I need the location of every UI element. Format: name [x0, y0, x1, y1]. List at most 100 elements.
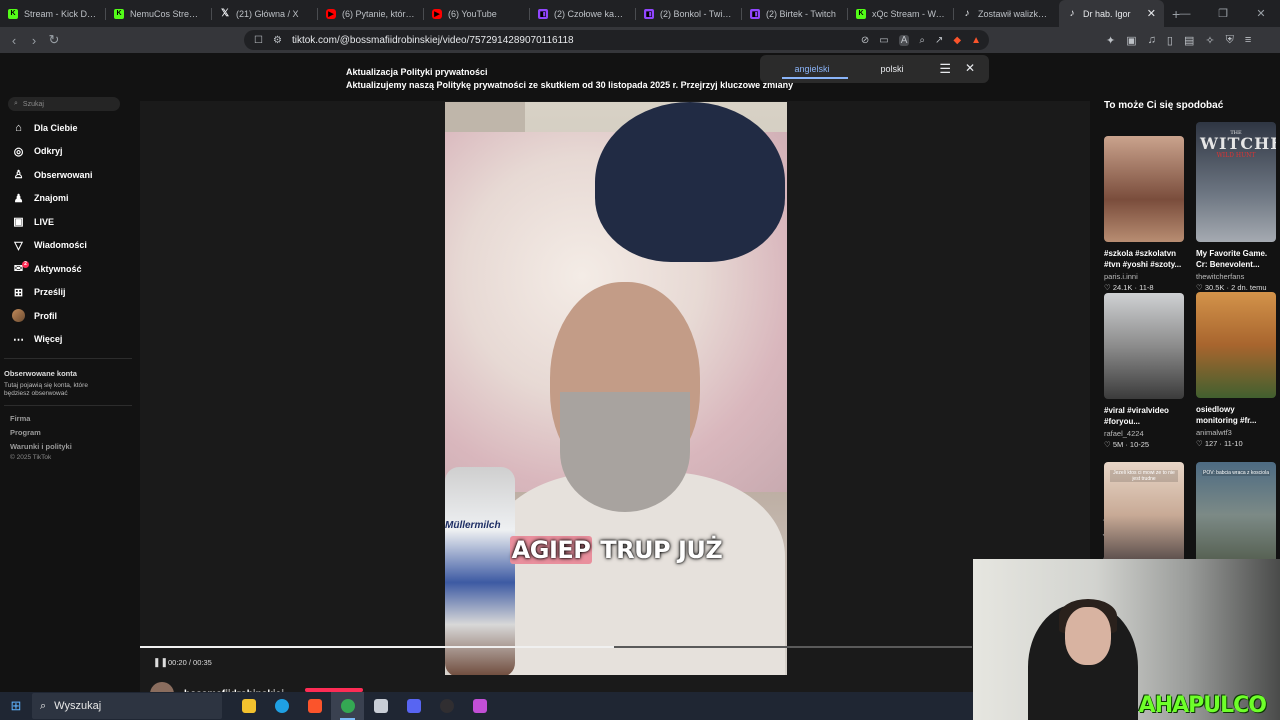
sidebar-item-5[interactable]: ▽ Wiadomości: [0, 234, 140, 258]
recommendation-thumbnail[interactable]: Jezeli ktos ci mowi ze to nie jest trudn…: [1104, 462, 1184, 568]
recommendation-caption[interactable]: My Favorite Game. Cr: Benevolent...: [1196, 248, 1276, 270]
sidebar-item-9[interactable]: ⋯ Więcej: [0, 328, 140, 352]
obs-icon[interactable]: [430, 692, 463, 720]
brave-rewards-icon[interactable]: ▲: [971, 35, 981, 46]
recommendation-caption[interactable]: #viral #viralvideo #foryou...: [1104, 405, 1184, 427]
share-icon[interactable]: ↗: [935, 35, 943, 46]
tab-label: (6) YouTube: [448, 8, 497, 19]
extensions-icon[interactable]: ✦: [1106, 34, 1115, 47]
recommendation-user[interactable]: animalwtf3: [1196, 428, 1276, 437]
recommendation-likes: 5M: [1112, 440, 1124, 449]
tiktok-icon: ♪: [1069, 8, 1075, 19]
restore-icon[interactable]: ❐: [1204, 0, 1242, 27]
minimize-icon[interactable]: —: [1166, 0, 1204, 27]
translate-icon[interactable]: A: [898, 34, 910, 46]
twitch-icon: ◧: [538, 8, 548, 19]
pause-icon[interactable]: ❚❚: [153, 657, 168, 668]
sidebar-item-label: Wiadomości: [34, 240, 87, 251]
sidebar-item-6[interactable]: ✉ 2 Aktywność: [0, 257, 140, 281]
site-info-icon[interactable]: ⚙: [273, 35, 282, 46]
app-glyph: [373, 699, 388, 713]
hamburger-icon[interactable]: ☰: [939, 61, 951, 77]
menu-icon[interactable]: ≡: [1245, 34, 1251, 46]
reload-icon[interactable]: ↻: [44, 32, 64, 48]
youtube-icon: ▶: [432, 8, 442, 19]
browser-tab[interactable]: ▶ (6) YouTube: [424, 0, 529, 27]
screenshot-icon[interactable]: ▣: [1126, 34, 1136, 47]
tab-label: Dr hab. Igor: [1083, 8, 1131, 19]
recommendation-thumbnail[interactable]: POV: babcia wraca z kosciola: [1196, 462, 1276, 568]
browser-tab[interactable]: K NemuCos Stream - Kick: [106, 0, 211, 27]
recommendation-thumbnail[interactable]: [1196, 292, 1276, 398]
app2-icon[interactable]: [463, 692, 496, 720]
footer-link-terms[interactable]: Warunki i polityki: [10, 440, 140, 454]
wallet-icon[interactable]: ▤: [1184, 34, 1194, 47]
recommendation-card[interactable]: THEWITCHERWILD HUNT My Favorite Game. Cr:…: [1196, 122, 1276, 292]
search-input[interactable]: ⌕ Szukaj: [8, 97, 120, 111]
sidebar-item-3[interactable]: ♟ Znajomi: [0, 187, 140, 211]
recommendation-thumbnail[interactable]: THEWITCHERWILD HUNT: [1196, 122, 1276, 242]
translate-source-tab[interactable]: angielski: [772, 55, 852, 83]
recommendation-thumbnail[interactable]: [1104, 293, 1184, 399]
taskbar-search[interactable]: ⌕ Wyszukaj: [32, 693, 222, 719]
sidebar-item-0[interactable]: ⌂ Dla Ciebie: [0, 116, 140, 140]
browser-tab[interactable]: ♪ Zostawił walizkę na: [954, 0, 1059, 27]
video-progress-bar[interactable]: [140, 646, 972, 648]
recommendation-card[interactable]: POV: babcia wraca z kosciola: [1196, 462, 1276, 568]
recommendation-user[interactable]: thewitcherfans: [1196, 272, 1276, 281]
recommendation-user[interactable]: rafael_4224: [1104, 429, 1184, 438]
sidebar-item-1[interactable]: ◎ Odkryj: [0, 140, 140, 164]
chrome-icon[interactable]: [331, 692, 364, 720]
notification-badge: 2: [22, 261, 29, 268]
sidebar-item-7[interactable]: ⊞ Prześlij: [0, 281, 140, 305]
windows-start-icon[interactable]: ⊞: [0, 698, 32, 714]
leo-icon[interactable]: ✧: [1205, 34, 1214, 47]
edge-icon[interactable]: [265, 692, 298, 720]
brave-shields-icon[interactable]: ◆: [953, 35, 961, 46]
back-icon[interactable]: ‹: [4, 33, 24, 48]
recommendation-thumbnail[interactable]: [1104, 136, 1184, 242]
close-tab-icon[interactable]: ✕: [1147, 7, 1156, 20]
kick-icon: K: [856, 8, 866, 19]
browser-tab[interactable]: ▶ (6) Pytanie, które m: [318, 0, 423, 27]
brave-icon[interactable]: [298, 692, 331, 720]
media-icon[interactable]: ♫: [1148, 34, 1156, 46]
translate-target-tab[interactable]: polski: [852, 55, 932, 83]
recommendation-caption[interactable]: #szkola #szkolatvn #tvn #yoshi #szoty...: [1104, 248, 1184, 270]
bookmark-icon[interactable]: ☐: [254, 35, 263, 46]
browser-tab[interactable]: ◧ (2) Czołowe kanały: [530, 0, 635, 27]
forward-icon[interactable]: ›: [24, 33, 44, 48]
recommendation-card[interactable]: #szkola #szkolatvn #tvn #yoshi #szoty...…: [1104, 136, 1184, 292]
browser-tab[interactable]: ◧ (2) Birtek - Twitch: [742, 0, 847, 27]
privacy-banner[interactable]: Aktualizacja Polityki prywatności Aktual…: [346, 66, 793, 92]
url-text: tiktok.com/@bossmafiidrobinskiej/video/7…: [291, 34, 574, 46]
sidebar-item-4[interactable]: ▣ LIVE: [0, 210, 140, 234]
footer-link-program[interactable]: Program: [10, 426, 140, 440]
zoom-icon[interactable]: ⌕: [919, 35, 925, 46]
browser-tab[interactable]: 𝕏 (21) Główna / X: [212, 0, 317, 27]
recommendation-card[interactable]: osiedlowy monitoring #fr... animalwtf3 ♡ 1…: [1196, 292, 1276, 448]
footer-link-company[interactable]: Firma: [10, 412, 140, 426]
recommendation-caption[interactable]: osiedlowy monitoring #fr...: [1196, 404, 1276, 426]
sidebar-icon[interactable]: ▯: [1167, 34, 1173, 47]
tracking-off-icon[interactable]: ⊘: [861, 35, 869, 46]
browser-tab[interactable]: KxQc Stream - Watch: [848, 0, 953, 27]
recommendation-user[interactable]: paris.i.inni: [1104, 272, 1184, 281]
close-icon[interactable]: ✕: [965, 61, 975, 75]
browser-tab[interactable]: ♪ Dr hab. Igor ✕: [1059, 0, 1164, 27]
browser-tab[interactable]: ◧ (2) Bonkol - Twitch: [636, 0, 741, 27]
file-explorer-icon[interactable]: [232, 692, 265, 720]
browser-tab[interactable]: K Stream - Kick Dashboard: [0, 0, 105, 27]
video-player[interactable]: Müllermilch AGIEP TRUP JUŻ: [445, 102, 787, 675]
discord-icon[interactable]: [397, 692, 430, 720]
address-bar[interactable]: ☐ ⚙ tiktok.com/@bossmafiidrobinskiej/vid…: [244, 30, 989, 50]
recommendation-card[interactable]: Jezeli ktos ci mowi ze to nie jest trudn…: [1104, 462, 1184, 568]
heart-outline-icon: ♡: [1104, 283, 1113, 292]
recommendation-card[interactable]: #viral #viralvideo #foryou... rafael_4224…: [1104, 293, 1184, 449]
close-window-icon[interactable]: ✕: [1242, 0, 1280, 27]
cast-icon[interactable]: ▭: [879, 35, 888, 46]
sidebar-item-8[interactable]: Profil: [0, 304, 140, 328]
sidebar-item-2[interactable]: ♙ Obserwowani: [0, 163, 140, 187]
vpn-icon[interactable]: ⛨: [1226, 34, 1234, 47]
app-icon[interactable]: [364, 692, 397, 720]
